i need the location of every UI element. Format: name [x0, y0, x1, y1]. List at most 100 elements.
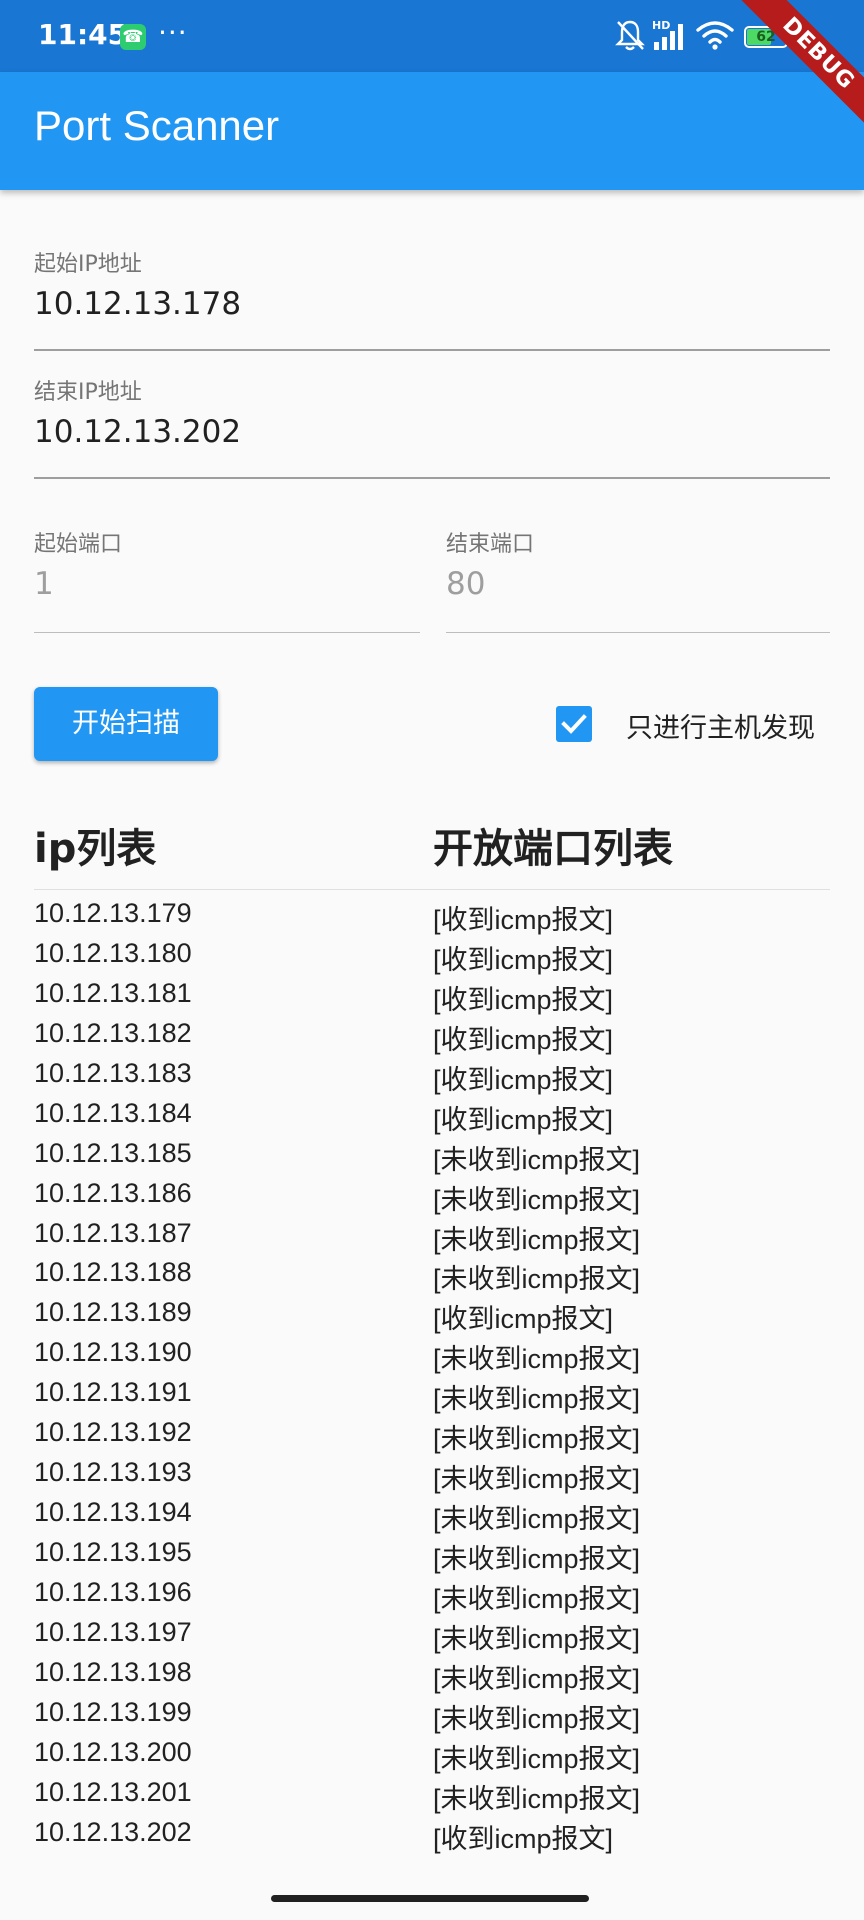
end-port-field[interactable]: 结束端口 80 — [446, 526, 830, 634]
row-ports: [未收到icmp报文] — [433, 1264, 641, 1295]
header-divider — [34, 889, 830, 890]
table-row: 10.12.13.184 [收到icmp报文] — [0, 1096, 864, 1136]
row-ports: [未收到icmp报文] — [433, 1743, 641, 1774]
row-ip: 10.12.13.197 — [34, 1616, 192, 1647]
row-ports: [未收到icmp报文] — [433, 1344, 641, 1375]
table-row: 10.12.13.198 [未收到icmp报文] — [0, 1655, 864, 1695]
row-ip: 10.12.13.184 — [34, 1097, 192, 1128]
wifi-icon — [696, 21, 734, 50]
home-indicator[interactable] — [271, 1895, 589, 1902]
row-ports: [未收到icmp报文] — [433, 1424, 641, 1455]
end-port-placeholder[interactable]: 80 — [446, 566, 485, 602]
table-row: 10.12.13.192 [未收到icmp报文] — [0, 1415, 864, 1455]
row-ip: 10.12.13.191 — [34, 1377, 192, 1408]
row-ip: 10.12.13.200 — [34, 1736, 192, 1767]
row-ports: [收到icmp报文] — [433, 984, 614, 1015]
row-ip: 10.12.13.201 — [34, 1776, 192, 1807]
start-port-placeholder[interactable]: 1 — [34, 566, 54, 602]
table-row: 10.12.13.187 [未收到icmp报文] — [0, 1216, 864, 1256]
start-ip-label: 起始IP地址 — [34, 252, 142, 277]
row-ip: 10.12.13.192 — [34, 1417, 192, 1448]
table-row: 10.12.13.182 [收到icmp报文] — [0, 1016, 864, 1056]
status-time: 11:45 — [38, 18, 128, 51]
row-ip: 10.12.13.185 — [34, 1137, 192, 1168]
row-ports: [收到icmp报文] — [433, 1064, 614, 1095]
row-ports: [收到icmp报文] — [433, 1823, 614, 1854]
results-list: 10.12.13.179 [收到icmp报文] 10.12.13.180 [收到icm… — [0, 896, 864, 1855]
ip-list-header: ip列表 — [34, 826, 157, 872]
row-ports: [收到icmp报文] — [433, 944, 614, 975]
table-row: 10.12.13.199 [未收到icmp报文] — [0, 1695, 864, 1735]
start-port-label: 起始端口 — [34, 532, 123, 557]
table-row: 10.12.13.179 [收到icmp报文] — [0, 896, 864, 936]
row-ip: 10.12.13.186 — [34, 1177, 192, 1208]
row-ip: 10.12.13.193 — [34, 1457, 192, 1488]
table-row: 10.12.13.188 [未收到icmp报文] — [0, 1255, 864, 1295]
table-row: 10.12.13.201 [未收到icmp报文] — [0, 1775, 864, 1815]
table-row: 10.12.13.181 [收到icmp报文] — [0, 976, 864, 1016]
table-row: 10.12.13.180 [收到icmp报文] — [0, 936, 864, 976]
open-ports-header: 开放端口列表 — [433, 826, 673, 872]
signal-icon: HD — [652, 19, 683, 50]
row-ports: [未收到icmp报文] — [433, 1184, 641, 1215]
start-ip-field[interactable]: 起始IP地址 10.12.13.178 — [34, 246, 830, 352]
app-bar: Port Scanner — [0, 72, 864, 190]
network-badge: HD — [652, 19, 670, 32]
row-ports: [未收到icmp报文] — [433, 1703, 641, 1734]
row-ip: 10.12.13.181 — [34, 977, 192, 1008]
row-ip: 10.12.13.196 — [34, 1576, 192, 1607]
row-ports: [未收到icmp报文] — [433, 1663, 641, 1694]
row-ip: 10.12.13.202 — [34, 1816, 192, 1847]
table-row: 10.12.13.193 [未收到icmp报文] — [0, 1455, 864, 1495]
row-ip: 10.12.13.189 — [34, 1297, 192, 1328]
row-ip: 10.12.13.187 — [34, 1217, 192, 1248]
row-ip: 10.12.13.198 — [34, 1656, 192, 1687]
table-row: 10.12.13.194 [未收到icmp报文] — [0, 1495, 864, 1535]
row-ports: [未收到icmp报文] — [433, 1544, 641, 1574]
start-ip-underline — [34, 349, 830, 351]
host-discovery-checkbox[interactable] — [556, 706, 592, 742]
table-row: 10.12.13.195 [未收到icmp报文] — [0, 1535, 864, 1575]
end-port-label: 结束端口 — [446, 532, 535, 557]
row-ports: [未收到icmp报文] — [433, 1224, 641, 1255]
row-ip: 10.12.13.190 — [34, 1337, 192, 1368]
app-title: Port Scanner — [34, 102, 280, 149]
start-ip-value[interactable]: 10.12.13.178 — [34, 286, 241, 322]
table-row: 10.12.13.190 [未收到icmp报文] — [0, 1335, 864, 1375]
row-ports: [收到icmp报文] — [433, 1304, 614, 1335]
row-ports: [收到icmp报文] — [433, 1024, 614, 1055]
table-row: 10.12.13.185 [未收到icmp报文] — [0, 1136, 864, 1176]
row-ip: 10.12.13.199 — [34, 1696, 192, 1727]
table-row: 10.12.13.196 [未收到icmp报文] — [0, 1575, 864, 1615]
status-bar: 11:45 ☎ ··· HD 62 — [0, 0, 864, 72]
table-row: 10.12.13.202 [收到icmp报文] — [0, 1815, 864, 1855]
host-discovery-label: 只进行主机发现 — [626, 713, 815, 744]
table-row: 10.12.13.191 [未收到icmp报文] — [0, 1375, 864, 1415]
row-ip: 10.12.13.179 — [34, 898, 192, 928]
start-scan-button[interactable]: 开始扫描 — [34, 687, 218, 761]
table-row: 10.12.13.186 [未收到icmp报文] — [0, 1176, 864, 1216]
row-ports: [未收到icmp报文] — [433, 1144, 641, 1175]
row-ports: [未收到icmp报文] — [433, 1504, 641, 1535]
row-ip: 10.12.13.182 — [34, 1017, 192, 1048]
row-ports: [未收到icmp报文] — [433, 1583, 641, 1614]
row-ports: [未收到icmp报文] — [433, 1783, 641, 1814]
row-ports: [收到icmp报文] — [433, 1104, 614, 1135]
row-ports: [未收到icmp报文] — [433, 1464, 641, 1495]
row-ports: [收到icmp报文] — [433, 905, 614, 935]
end-ip-value[interactable]: 10.12.13.202 — [34, 414, 241, 450]
end-ip-field[interactable]: 结束IP地址 10.12.13.202 — [34, 374, 830, 480]
table-row: 10.12.13.189 [收到icmp报文] — [0, 1295, 864, 1335]
row-ip: 10.12.13.194 — [34, 1497, 192, 1528]
start-port-field[interactable]: 起始端口 1 — [34, 526, 420, 634]
row-ip: 10.12.13.188 — [34, 1257, 192, 1288]
row-ports: [未收到icmp报文] — [433, 1384, 641, 1415]
table-row: 10.12.13.197 [未收到icmp报文] — [0, 1615, 864, 1655]
table-row: 10.12.13.183 [收到icmp报文] — [0, 1056, 864, 1096]
checkmark-icon — [561, 714, 587, 734]
end-ip-underline — [34, 477, 830, 479]
end-ip-label: 结束IP地址 — [34, 380, 142, 405]
table-row: 10.12.13.200 [未收到icmp报文] — [0, 1735, 864, 1775]
bell-muted-icon — [615, 20, 645, 51]
status-overflow: ··· — [158, 16, 188, 49]
